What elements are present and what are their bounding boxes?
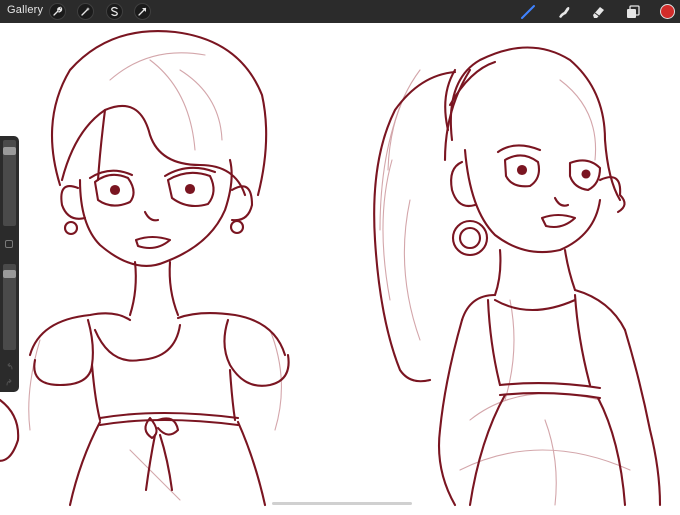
brush-opacity-slider[interactable] (3, 264, 16, 350)
brush-size-slider[interactable] (3, 140, 16, 226)
gallery-button[interactable]: Gallery (7, 4, 43, 16)
left-sidebar (0, 136, 19, 392)
brush-size-thumb[interactable] (3, 147, 16, 156)
selection-s-icon[interactable] (106, 3, 123, 20)
drawing-canvas[interactable] (0, 23, 680, 510)
redo-arrow-icon[interactable] (5, 374, 14, 386)
smudge-icon[interactable] (556, 4, 572, 25)
undo-arrow-icon[interactable] (5, 358, 14, 370)
adjustments-wand-icon[interactable] (77, 3, 94, 20)
home-indicator[interactable] (272, 502, 412, 505)
actions-wrench-icon[interactable] (49, 3, 66, 20)
brush-opacity-thumb[interactable] (3, 269, 16, 278)
transform-arrow-icon[interactable] (134, 3, 151, 20)
brush-icon[interactable] (520, 4, 536, 25)
layers-icon[interactable] (625, 4, 641, 25)
eraser-icon[interactable] (590, 4, 606, 25)
top-toolbar: Gallery (0, 0, 680, 23)
modify-button[interactable] (5, 240, 13, 248)
color-picker-swatch[interactable] (660, 4, 675, 19)
sketch-drawing (0, 30, 662, 507)
